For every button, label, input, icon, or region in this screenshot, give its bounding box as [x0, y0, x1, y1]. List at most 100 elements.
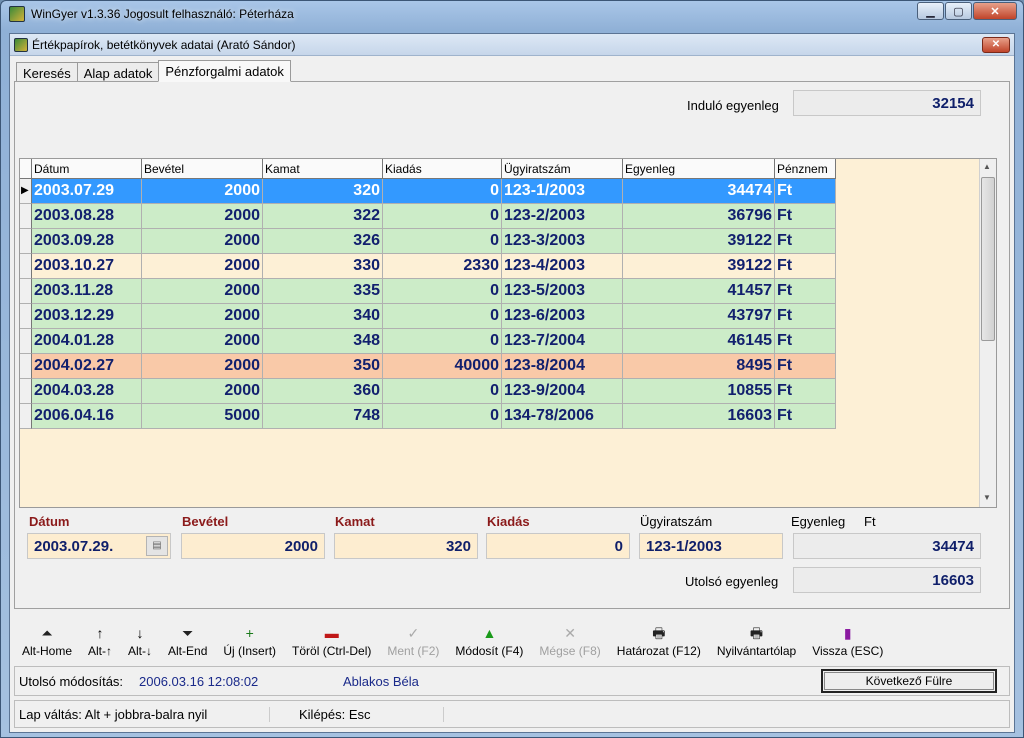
table-cell[interactable]: 123-4/2003: [502, 254, 623, 279]
table-cell[interactable]: 46145: [623, 329, 775, 354]
table-cell[interactable]: 0: [383, 229, 502, 254]
table-cell[interactable]: Ft: [775, 304, 836, 329]
toolbar-button-4[interactable]: + Új (Insert): [215, 612, 284, 662]
table-cell[interactable]: 330: [263, 254, 383, 279]
toolbar-button-2[interactable]: ↓ Alt-↓: [120, 612, 160, 662]
column-header[interactable]: Egyenleg: [623, 159, 775, 179]
table-cell[interactable]: Ft: [775, 279, 836, 304]
table-cell[interactable]: 36796: [623, 204, 775, 229]
table-cell[interactable]: 123-6/2003: [502, 304, 623, 329]
table-row[interactable]: 2003.12.29 2000 340 0 123-6/2003 43797 Ft: [20, 304, 836, 329]
table-cell[interactable]: 2000: [142, 354, 263, 379]
toolbar-button-6[interactable]: ✓ Ment (F2): [379, 612, 447, 662]
table-cell[interactable]: 322: [263, 204, 383, 229]
table-cell[interactable]: Ft: [775, 204, 836, 229]
table-row[interactable]: 2003.09.28 2000 326 0 123-3/2003 39122 Ft: [20, 229, 836, 254]
table-cell[interactable]: 123-5/2003: [502, 279, 623, 304]
table-cell[interactable]: 123-8/2004: [502, 354, 623, 379]
child-close-button[interactable]: ✕: [982, 37, 1010, 53]
table-cell[interactable]: 123-2/2003: [502, 204, 623, 229]
column-header[interactable]: Kamat: [263, 159, 383, 179]
toolbar-button-9[interactable]: 🖶 Határozat (F12): [609, 612, 709, 662]
table-cell[interactable]: 34474: [623, 179, 775, 204]
table-cell[interactable]: 340: [263, 304, 383, 329]
minimize-button[interactable]: ▁: [917, 2, 944, 20]
table-cell[interactable]: 0: [383, 279, 502, 304]
table-cell[interactable]: 2000: [142, 329, 263, 354]
table-cell[interactable]: 2003.12.29: [32, 304, 142, 329]
table-cell[interactable]: 5000: [142, 404, 263, 429]
scrollbar-thumb[interactable]: [981, 177, 995, 341]
table-cell[interactable]: 123-9/2004: [502, 379, 623, 404]
table-cell[interactable]: 2006.04.16: [32, 404, 142, 429]
table-cell[interactable]: Ft: [775, 229, 836, 254]
grid-scrollbar[interactable]: ▲ ▼: [979, 159, 996, 507]
table-cell[interactable]: Ft: [775, 404, 836, 429]
table-row[interactable]: 2003.08.28 2000 322 0 123-2/2003 36796 Ft: [20, 204, 836, 229]
toolbar-button-1[interactable]: ↑ Alt-↑: [80, 612, 120, 662]
table-cell[interactable]: 0: [383, 179, 502, 204]
table-cell[interactable]: 41457: [623, 279, 775, 304]
table-cell[interactable]: 2330: [383, 254, 502, 279]
table-cell[interactable]: 360: [263, 379, 383, 404]
table-cell[interactable]: 0: [383, 304, 502, 329]
table-cell[interactable]: 0: [383, 379, 502, 404]
tab-search[interactable]: Keresés: [16, 62, 78, 82]
toolbar-button-11[interactable]: ▮ Vissza (ESC): [804, 612, 891, 662]
table-cell[interactable]: 39122: [623, 229, 775, 254]
table-row[interactable]: 2003.11.28 2000 335 0 123-5/2003 41457 Ft: [20, 279, 836, 304]
table-cell[interactable]: 2000: [142, 304, 263, 329]
tab-basic-data[interactable]: Alap adatok: [76, 62, 160, 82]
table-cell[interactable]: 2000: [142, 379, 263, 404]
table-cell[interactable]: 2004.02.27: [32, 354, 142, 379]
table-row[interactable]: 2006.04.16 5000 748 0 134-78/2006 16603 Ft: [20, 404, 836, 429]
table-cell[interactable]: 10855: [623, 379, 775, 404]
next-tab-button[interactable]: Következő Fülre: [821, 669, 997, 693]
table-cell[interactable]: 2000: [142, 179, 263, 204]
table-cell[interactable]: 40000: [383, 354, 502, 379]
table-cell[interactable]: 2003.09.28: [32, 229, 142, 254]
toolbar-button-8[interactable]: ✕ Mégse (F8): [531, 612, 608, 662]
toolbar-button-5[interactable]: ▬ Töröl (Ctrl-Del): [284, 612, 379, 662]
table-cell[interactable]: 123-1/2003: [502, 179, 623, 204]
column-header[interactable]: Kiadás: [383, 159, 502, 179]
table-cell[interactable]: 748: [263, 404, 383, 429]
interest-field[interactable]: 320: [334, 533, 478, 559]
transactions-grid[interactable]: Dátum Bevétel Kamat Kiadás Ügyiratszám Egyenl…: [19, 158, 997, 508]
toolbar-button-10[interactable]: 🖶 Nyilvántartólap: [709, 612, 804, 662]
table-cell[interactable]: 2000: [142, 204, 263, 229]
table-row[interactable]: 2004.03.28 2000 360 0 123-9/2004 10855 Ft: [20, 379, 836, 404]
table-cell[interactable]: 0: [383, 329, 502, 354]
income-field[interactable]: 2000: [181, 533, 325, 559]
table-cell[interactable]: 8495: [623, 354, 775, 379]
calendar-icon[interactable]: ▤: [146, 536, 168, 556]
scroll-down-icon[interactable]: ▼: [983, 493, 991, 502]
toolbar-button-0[interactable]: ⏶ Alt-Home: [14, 612, 80, 662]
file-number-field[interactable]: 123-1/2003: [639, 533, 783, 559]
table-cell[interactable]: 123-7/2004: [502, 329, 623, 354]
table-cell[interactable]: 320: [263, 179, 383, 204]
table-row[interactable]: ▶ 2003.07.29 2000 320 0 123-1/2003 34474 Ft: [20, 179, 836, 204]
toolbar-button-3[interactable]: ⏷ Alt-End: [160, 612, 215, 662]
table-cell[interactable]: 134-78/2006: [502, 404, 623, 429]
table-cell[interactable]: 2000: [142, 254, 263, 279]
table-cell[interactable]: 16603: [623, 404, 775, 429]
table-cell[interactable]: 348: [263, 329, 383, 354]
column-header[interactable]: Bevétel: [142, 159, 263, 179]
column-header[interactable]: Pénznem: [775, 159, 836, 179]
table-cell[interactable]: Ft: [775, 354, 836, 379]
table-cell[interactable]: 2004.01.28: [32, 329, 142, 354]
toolbar-button-7[interactable]: ▲ Módosít (F4): [447, 612, 531, 662]
tab-cashflow[interactable]: Pénzforgalmi adatok: [158, 60, 291, 82]
table-cell[interactable]: 2004.03.28: [32, 379, 142, 404]
table-cell[interactable]: 326: [263, 229, 383, 254]
column-header[interactable]: Ügyiratszám: [502, 159, 623, 179]
table-cell[interactable]: 2000: [142, 229, 263, 254]
close-button[interactable]: ✕: [973, 2, 1017, 20]
table-cell[interactable]: Ft: [775, 329, 836, 354]
table-row[interactable]: 2004.01.28 2000 348 0 123-7/2004 46145 Ft: [20, 329, 836, 354]
table-cell[interactable]: 2003.10.27: [32, 254, 142, 279]
table-cell[interactable]: 2003.11.28: [32, 279, 142, 304]
table-cell[interactable]: 2003.08.28: [32, 204, 142, 229]
table-cell[interactable]: 335: [263, 279, 383, 304]
